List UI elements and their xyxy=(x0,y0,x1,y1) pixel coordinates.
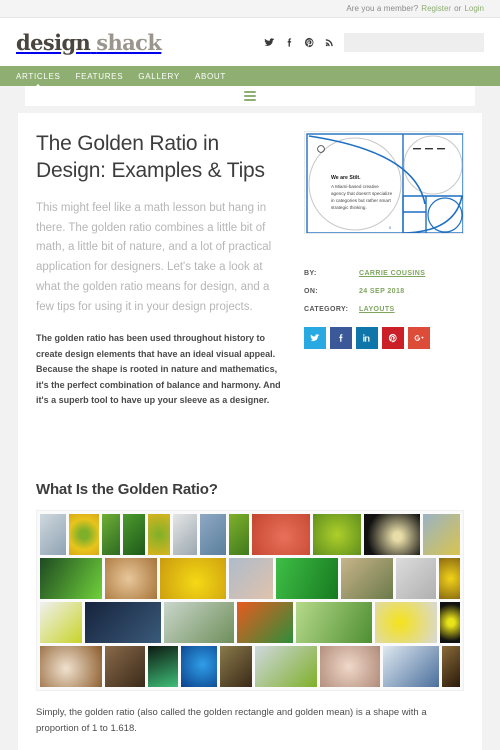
article-body-intro: The golden ratio has been used throughou… xyxy=(36,333,281,406)
nav-item-features[interactable]: FEATURES xyxy=(76,72,124,81)
primary-navigation: ARTICLES FEATURES GALLERY ABOUT xyxy=(0,66,500,86)
mosaic-cell xyxy=(160,558,226,599)
mosaic-cell xyxy=(364,514,420,555)
mosaic-cell xyxy=(375,602,437,643)
mosaic-cell xyxy=(383,646,439,687)
meta-label-on: ON: xyxy=(304,288,319,295)
facebook-icon xyxy=(339,334,343,342)
mosaic-cell xyxy=(173,514,197,555)
mosaic-cell xyxy=(313,514,361,555)
meta-value-author[interactable]: CARRIE COUSINS xyxy=(359,270,425,277)
meta-row-author: BY: CARRIE COUSINS xyxy=(304,270,464,277)
mosaic-cell xyxy=(40,514,66,555)
mosaic-cell xyxy=(69,514,99,555)
mosaic-row xyxy=(40,602,460,643)
register-link[interactable]: Register xyxy=(421,4,451,13)
mosaic-cell xyxy=(40,602,82,643)
mosaic-cell xyxy=(40,558,102,599)
share-googleplus-button[interactable] xyxy=(408,327,430,349)
mosaic-cell xyxy=(320,646,380,687)
mosaic-row xyxy=(40,514,460,555)
twitter-icon[interactable] xyxy=(264,37,275,48)
nav-item-gallery[interactable]: GALLERY xyxy=(138,72,180,81)
mosaic-cell xyxy=(105,646,145,687)
top-utility-bar: Are you a member? Register or Login xyxy=(0,0,500,18)
mosaic-cell xyxy=(396,558,436,599)
site-masthead: design shack xyxy=(0,18,500,66)
logo-word-design: design xyxy=(16,29,91,55)
paragraph-definition: Simply, the golden ratio (also called th… xyxy=(36,707,427,734)
article-lede: This might feel like a math lesson but h… xyxy=(36,201,272,313)
meta-label-by: BY: xyxy=(304,270,317,277)
mosaic-cell xyxy=(229,558,273,599)
mosaic-cell xyxy=(276,558,338,599)
mosaic-cell xyxy=(164,602,234,643)
mosaic-cell xyxy=(148,514,170,555)
meta-value-date: 24 SEP 2018 xyxy=(359,288,405,295)
twitter-icon xyxy=(310,334,320,342)
pinterest-icon xyxy=(388,333,397,343)
mosaic-cell xyxy=(40,646,102,687)
meta-label-category: CATEGORY: xyxy=(304,306,349,313)
share-buttons xyxy=(304,327,464,349)
mosaic-cell xyxy=(423,514,460,555)
mosaic-cell xyxy=(105,558,157,599)
mosaic-cell xyxy=(341,558,393,599)
mosaic-cell xyxy=(442,646,460,687)
mosaic-cell xyxy=(252,514,310,555)
facebook-icon[interactable] xyxy=(284,37,295,48)
topbar-separator: or xyxy=(454,4,462,13)
mosaic-cell xyxy=(148,646,178,687)
masthead-right-group xyxy=(264,32,484,52)
mosaic-cell xyxy=(439,558,460,599)
mosaic-cell xyxy=(229,514,249,555)
share-linkedin-button[interactable] xyxy=(356,327,378,349)
search-input[interactable] xyxy=(344,32,484,52)
logo-word-shack: shack xyxy=(96,29,162,55)
mosaic-cell xyxy=(102,514,120,555)
membership-prompt: Are you a member? xyxy=(346,4,419,13)
login-link[interactable]: Login xyxy=(464,4,484,13)
svg-text:strategic thinking.: strategic thinking. xyxy=(331,205,367,210)
mosaic-cell xyxy=(200,514,226,555)
meta-value-category[interactable]: LAYOUTS xyxy=(359,306,395,313)
svg-text:in categories but rather smart: in categories but rather smart xyxy=(331,198,391,203)
share-facebook-button[interactable] xyxy=(330,327,352,349)
mosaic-cell xyxy=(123,514,145,555)
social-links xyxy=(264,37,335,48)
pinterest-icon[interactable] xyxy=(304,37,315,48)
mosaic-cell xyxy=(85,602,161,643)
article-meta: BY: CARRIE COUSINS ON: 24 SEP 2018 CATEG… xyxy=(304,270,464,313)
page-title: The Golden Ratio in Design: Examples & T… xyxy=(36,132,265,182)
mosaic-cell xyxy=(296,602,372,643)
nav-item-about[interactable]: ABOUT xyxy=(195,72,226,81)
mosaic-cell xyxy=(220,646,252,687)
mosaic-cell xyxy=(255,646,317,687)
linkedin-icon xyxy=(363,334,370,342)
secondary-bar xyxy=(25,86,475,106)
mosaic-cell xyxy=(237,602,293,643)
nav-item-articles[interactable]: ARTICLES xyxy=(16,72,61,81)
site-logo[interactable]: design shack xyxy=(16,29,162,55)
article-section-block: What Is the Golden Ratio? Simply, the go… xyxy=(18,481,482,750)
section-heading: What Is the Golden Ratio? xyxy=(36,481,218,498)
mosaic-cell xyxy=(440,602,460,643)
mosaic-row xyxy=(40,558,460,599)
meta-row-date: ON: 24 SEP 2018 xyxy=(304,288,464,295)
googleplus-icon xyxy=(414,335,424,341)
svg-text:agency that doesn't specialize: agency that doesn't specialize xyxy=(331,191,393,196)
share-pinterest-button[interactable] xyxy=(382,327,404,349)
mosaic-cell xyxy=(181,646,217,687)
rss-icon[interactable] xyxy=(324,37,335,48)
image-mosaic xyxy=(36,510,464,691)
mosaic-row xyxy=(40,646,460,687)
featured-image: We are Stilt. A Miami-based creative age… xyxy=(304,131,464,234)
featured-image-headline: We are Stilt. xyxy=(331,175,361,181)
svg-text:A Miami-based creative: A Miami-based creative xyxy=(331,184,379,189)
share-twitter-button[interactable] xyxy=(304,327,326,349)
hamburger-icon[interactable] xyxy=(244,91,256,101)
meta-row-category: CATEGORY: LAYOUTS xyxy=(304,306,464,313)
